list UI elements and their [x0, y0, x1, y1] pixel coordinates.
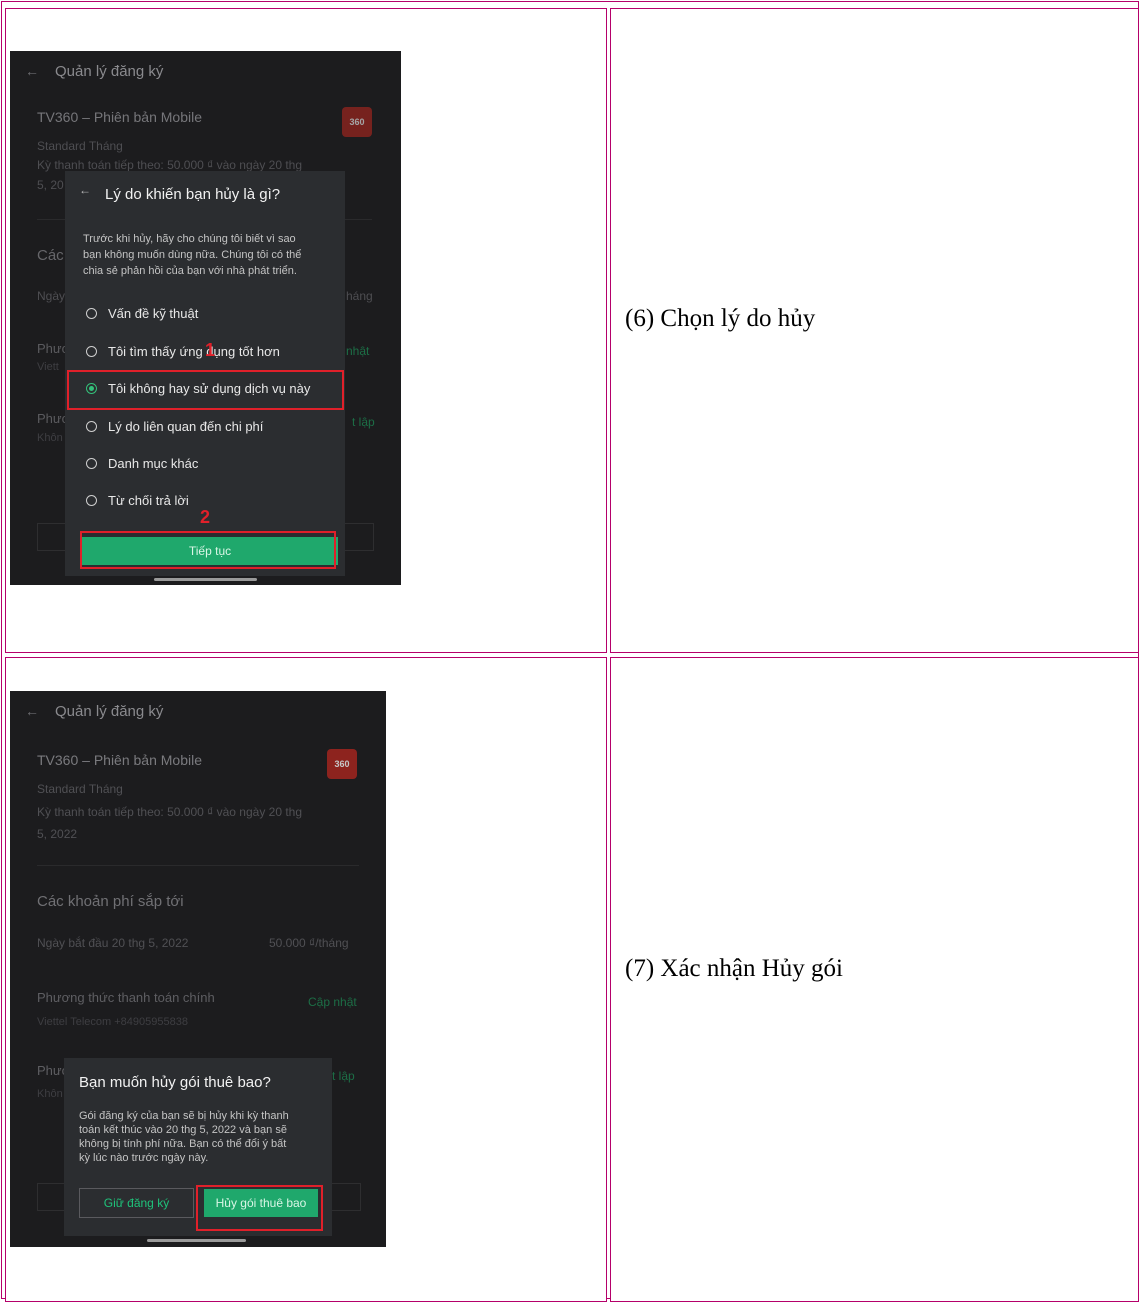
dialog-description-line: Gói đăng ký của bạn sẽ bị hủy khi kỳ tha…	[79, 1110, 289, 1122]
radio-button[interactable]	[86, 346, 97, 357]
radio-button[interactable]	[86, 495, 97, 506]
next-payment-text-2: 5, 2022	[37, 827, 78, 841]
divider	[37, 865, 359, 866]
payment-method-value: Viettel Telecom +84905955838	[37, 1016, 188, 1028]
dialog-title: Bạn muốn hủy gói thuê bao?	[79, 1074, 271, 1091]
price: 50.000 ₫/tháng	[269, 936, 349, 950]
dialog-description-line: toán kết thúc vào 20 thg 5, 2022 và bạn …	[79, 1124, 287, 1136]
plan-text: Standard Tháng	[37, 782, 123, 796]
bg-right: háng	[346, 289, 373, 303]
upcoming-fees-title: Các khoản phí sắp tới	[37, 893, 184, 910]
header-title: Quản lý đăng ký	[55, 63, 164, 80]
back-arrow-icon[interactable]: ←	[25, 63, 39, 79]
radio-button[interactable]	[86, 308, 97, 319]
dialog-title: Lý do khiến bạn hủy là gì?	[105, 186, 281, 203]
caption-step-6: (6) Chọn lý do hủy	[625, 305, 816, 332]
step-marker-2: 2	[200, 507, 211, 527]
keep-subscription-button[interactable]: Giữ đăng ký	[79, 1188, 194, 1218]
bg-right: t lập	[332, 1069, 355, 1083]
plan-text: Standard Tháng	[37, 139, 123, 153]
app-name: TV360 – Phiên bản Mobile	[37, 752, 202, 768]
next-payment-text: Kỳ thanh toán tiếp theo: 50.000 ₫ vào ng…	[37, 805, 303, 819]
gesture-handle	[147, 1239, 246, 1242]
reason-label: Danh mục khác	[108, 456, 199, 471]
reason-label: Tôi tìm thấy ứng dụng tốt hơn	[108, 344, 280, 359]
caption-step-7: (7) Xác nhận Hủy gói	[625, 955, 843, 982]
reason-label: Lý do liên quan đến chi phí	[108, 419, 264, 434]
bg-label: Các	[37, 247, 64, 264]
reason-option[interactable]: Vấn đề kỹ thuật	[65, 301, 345, 327]
app-icon: 360	[327, 749, 357, 779]
screenshot-confirm-cancel: ← Quản lý đăng ký TV360 – Phiên bản Mobi…	[10, 691, 386, 1247]
radio-button[interactable]	[86, 458, 97, 469]
screenshot-cancel-reason: ← Quản lý đăng ký TV360 – Phiên bản Mobi…	[10, 51, 401, 585]
dialog-description-line: bạn không muốn dùng nữa. Chúng tôi có th…	[83, 249, 302, 261]
bg-label: Ngày	[37, 289, 66, 303]
highlight-box-cancel-subscription	[196, 1185, 323, 1231]
back-arrow-icon[interactable]: ←	[25, 703, 39, 719]
bg-right: t lập	[352, 415, 375, 429]
reason-label: Từ chối trả lời	[108, 493, 189, 508]
reason-option[interactable]: Danh mục khác	[65, 451, 345, 477]
header-title: Quản lý đăng ký	[55, 703, 164, 720]
bg-label: Khôn	[37, 1088, 63, 1100]
bg-right: nhật	[346, 344, 370, 358]
next-payment-text: Kỳ thanh toán tiếp theo: 50.000 ₫ vào ng…	[37, 158, 303, 172]
bg-label: Viett	[37, 361, 59, 373]
bg-label: Khôn	[37, 432, 63, 444]
update-link[interactable]: Cập nhật	[308, 995, 357, 1009]
dialog-description-line: không bị tính phí nữa. Bạn có thể đổi ý …	[79, 1138, 287, 1150]
step-marker-1: 1	[205, 340, 216, 360]
app-icon: 360	[342, 107, 372, 137]
dialog-description-line: chia sẻ phản hồi của bạn với nhà phát tr…	[83, 265, 297, 277]
dialog-back-arrow-icon[interactable]: ←	[79, 183, 91, 197]
next-payment-text-2: 5, 20	[37, 178, 64, 192]
radio-button[interactable]	[86, 421, 97, 432]
app-name: TV360 – Phiên bản Mobile	[37, 109, 202, 125]
reason-label: Vấn đề kỹ thuật	[108, 306, 199, 321]
highlight-box-selected-option	[67, 370, 344, 410]
highlight-box-continue	[80, 531, 336, 569]
reason-option[interactable]: Lý do liên quan đến chi phí	[65, 414, 345, 440]
gesture-handle	[154, 578, 257, 581]
dialog-description-line: kỳ lúc nào trước ngày này.	[79, 1152, 209, 1164]
payment-method-title: Phương thức thanh toán chính	[37, 990, 215, 1005]
start-date: Ngày bắt đầu 20 thg 5, 2022	[37, 936, 189, 950]
dialog-description-line: Trước khi hủy, hãy cho chúng tôi biết vì…	[83, 233, 296, 245]
